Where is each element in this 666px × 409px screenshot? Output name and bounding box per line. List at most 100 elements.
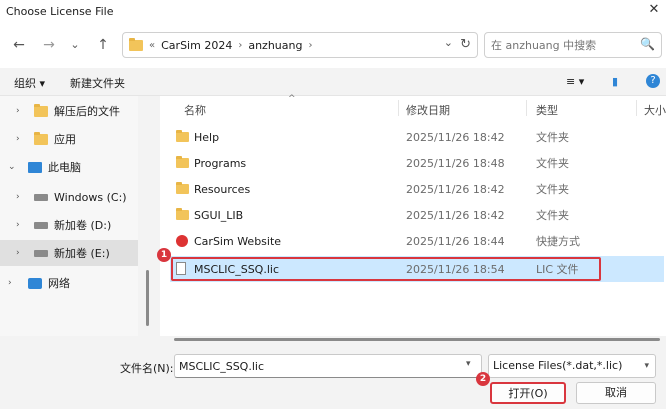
- refresh-icon[interactable]: ↻: [460, 37, 471, 52]
- drive-icon: [34, 222, 48, 229]
- command-toolbar: 组织 ▾ 新建文件夹 ≡ ▾ ▮ ?: [0, 68, 666, 96]
- network-icon: [28, 278, 42, 289]
- sidebar-item-network[interactable]: › 网络: [0, 270, 138, 296]
- column-divider[interactable]: [636, 100, 637, 116]
- organize-menu[interactable]: 组织 ▾: [14, 75, 45, 91]
- column-divider[interactable]: [398, 100, 399, 116]
- file-type: 文件夹: [536, 183, 569, 196]
- chevron-right-icon[interactable]: ›: [8, 278, 12, 288]
- up-arrow-icon[interactable]: ↑: [94, 36, 112, 54]
- column-divider[interactable]: [526, 100, 527, 116]
- file-name: Resources: [194, 182, 251, 196]
- step-badge-1: 1: [157, 248, 171, 262]
- web-shortcut-icon: [176, 235, 188, 247]
- file-type: 文件夹: [536, 209, 569, 222]
- breadcrumb-anzhuang[interactable]: anzhuang: [248, 39, 302, 52]
- file-modified: 2025/11/26 18:54: [406, 262, 505, 276]
- address-dropdown-icon[interactable]: ⌄: [444, 36, 453, 49]
- chevron-down-icon[interactable]: ▾: [644, 355, 649, 377]
- lic-file-icon: [176, 262, 186, 275]
- chevron-right-icon[interactable]: ›: [16, 248, 20, 258]
- sidebar-scrollbar[interactable]: [146, 270, 149, 326]
- file-name: CarSim Website: [194, 234, 282, 248]
- sidebar-item-label: 新加卷 (E:): [54, 247, 110, 260]
- forward-arrow-icon[interactable]: →: [40, 36, 58, 54]
- sidebar-item-apps[interactable]: › 应用: [0, 126, 138, 152]
- file-list: 名称 ^ 修改日期 类型 大小 Help 2025/11/26 18:42 文件…: [160, 94, 666, 336]
- file-row-help[interactable]: Help 2025/11/26 18:42 文件夹: [170, 124, 664, 150]
- folder-icon: [34, 104, 48, 117]
- column-header-type[interactable]: 类型: [536, 102, 558, 118]
- filetype-value: License Files(*.dat,*.lic): [493, 359, 623, 372]
- file-row-carsim-website[interactable]: CarSim Website 2025/11/26 18:44 快捷方式: [170, 228, 664, 254]
- file-dialog-footer: 文件名(N): ▾ License Files(*.dat,*.lic) ▾ 打…: [0, 346, 666, 409]
- window-title: Choose License File: [6, 4, 114, 18]
- sidebar-item-label: 新加卷 (D:): [54, 219, 112, 232]
- chevron-right-icon[interactable]: ›: [16, 106, 20, 116]
- cancel-button[interactable]: 取消: [576, 382, 656, 404]
- sidebar-item-label: 解压后的文件: [54, 105, 120, 118]
- column-header-name[interactable]: 名称: [184, 102, 206, 118]
- sort-up-icon: ^: [288, 94, 296, 104]
- file-type: 快捷方式: [536, 235, 580, 248]
- filetype-select[interactable]: License Files(*.dat,*.lic) ▾: [488, 354, 656, 378]
- navigation-bar: ← → ⌄ ↑ « CarSim 2024 › anzhuang › ⌄ ↻ 🔍: [0, 22, 666, 68]
- file-name: Help: [194, 130, 220, 144]
- file-type: LIC 文件: [536, 263, 579, 276]
- help-icon[interactable]: ?: [646, 74, 660, 88]
- file-name: SGUI_LIB: [194, 208, 244, 222]
- file-modified: 2025/11/26 18:42: [406, 208, 505, 222]
- file-modified: 2025/11/26 18:44: [406, 234, 505, 248]
- sidebar-item-label: Windows (C:): [54, 190, 127, 204]
- search-input[interactable]: [485, 33, 635, 57]
- preview-pane-icon[interactable]: ▮: [612, 75, 618, 88]
- chevron-down-icon[interactable]: ⌄: [8, 162, 16, 172]
- breadcrumb-carsim[interactable]: CarSim 2024: [161, 39, 232, 52]
- file-row-programs[interactable]: Programs 2025/11/26 18:48 文件夹: [170, 150, 664, 176]
- open-button[interactable]: 打开(O): [490, 382, 566, 404]
- chevron-right-icon[interactable]: ›: [16, 192, 20, 202]
- folder-icon: [34, 132, 48, 145]
- drive-icon: [34, 250, 48, 257]
- filename-label: 文件名(N):: [120, 362, 174, 375]
- search-icon[interactable]: 🔍: [640, 37, 655, 51]
- overflow-chevron-icon[interactable]: «: [149, 40, 155, 51]
- sidebar-item-drive-c[interactable]: › Windows (C:): [0, 184, 138, 210]
- title-bar: Choose License File ✕: [0, 0, 666, 22]
- sidebar-item-drive-d[interactable]: › 新加卷 (D:): [0, 212, 138, 238]
- file-name: Programs: [194, 156, 247, 170]
- file-modified: 2025/11/26 18:48: [406, 156, 505, 170]
- sidebar-item-label: 应用: [54, 133, 76, 146]
- address-bar[interactable]: « CarSim 2024 › anzhuang › ⌄ ↻: [122, 32, 478, 58]
- file-row-resources[interactable]: Resources 2025/11/26 18:42 文件夹: [170, 176, 664, 202]
- chevron-right-icon[interactable]: ›: [16, 134, 20, 144]
- breadcrumb-separator-icon[interactable]: ›: [308, 40, 312, 51]
- column-header-size[interactable]: 大小: [644, 102, 666, 118]
- chevron-down-icon[interactable]: ▾: [466, 359, 471, 369]
- recent-locations-icon[interactable]: ⌄: [66, 36, 84, 54]
- sidebar-item-extracted[interactable]: › 解压后的文件: [0, 98, 138, 124]
- horizontal-scrollbar[interactable]: [174, 338, 660, 341]
- file-type: 文件夹: [536, 131, 569, 144]
- file-modified: 2025/11/26 18:42: [406, 130, 505, 144]
- file-row-msclic-ssq[interactable]: MSCLIC_SSQ.lic 2025/11/26 18:54 LIC 文件: [170, 256, 664, 282]
- new-folder-button[interactable]: 新建文件夹: [70, 75, 125, 91]
- folder-icon: [176, 156, 189, 168]
- search-box[interactable]: 🔍: [484, 32, 662, 58]
- chevron-right-icon[interactable]: ›: [16, 220, 20, 230]
- close-icon[interactable]: ✕: [646, 2, 662, 18]
- filename-input[interactable]: [174, 354, 482, 378]
- file-name: MSCLIC_SSQ.lic: [194, 262, 279, 276]
- sidebar-item-label: 网络: [48, 277, 70, 290]
- file-row-sgui-lib[interactable]: SGUI_LIB 2025/11/26 18:42 文件夹: [170, 202, 664, 228]
- folder-icon: [176, 182, 189, 194]
- view-options-icon[interactable]: ≡ ▾: [566, 75, 584, 88]
- sidebar-item-drive-e[interactable]: › 新加卷 (E:): [0, 240, 138, 266]
- back-arrow-icon[interactable]: ←: [10, 36, 28, 54]
- sidebar-item-label: 此电脑: [48, 161, 81, 174]
- sidebar-item-this-pc[interactable]: ⌄ 此电脑: [0, 154, 138, 180]
- breadcrumb-separator-icon[interactable]: ›: [238, 40, 242, 51]
- column-header-modified[interactable]: 修改日期: [406, 102, 450, 118]
- computer-icon: [28, 162, 42, 173]
- folder-icon: [176, 208, 189, 220]
